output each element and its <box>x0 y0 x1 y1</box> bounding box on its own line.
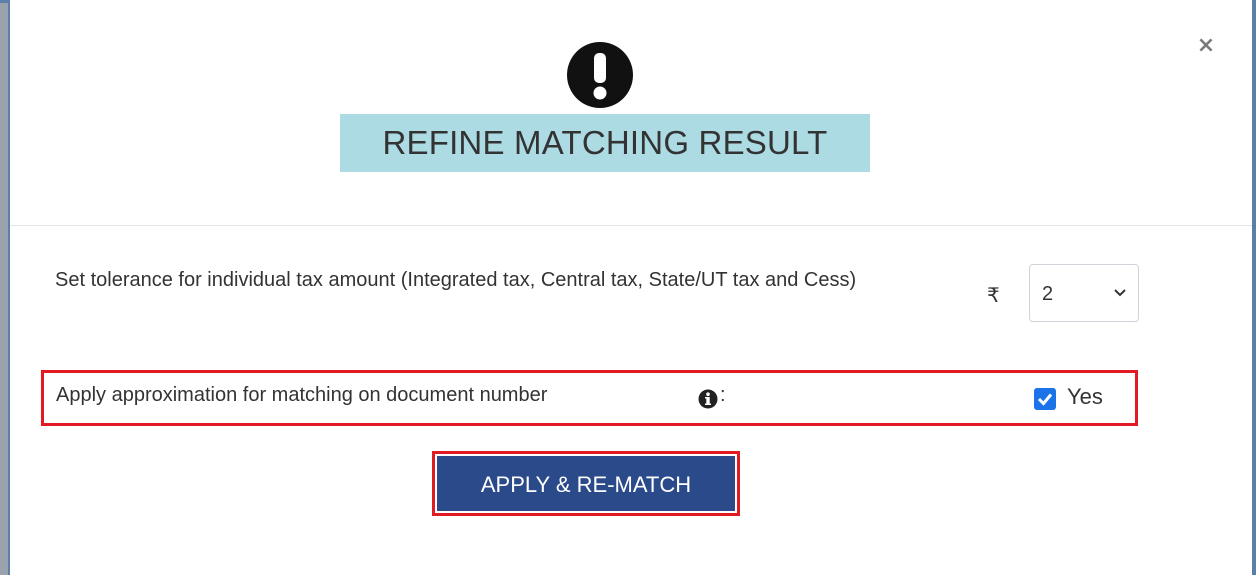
chevron-down-icon <box>1114 289 1126 297</box>
approximation-checkbox[interactable] <box>1034 388 1056 410</box>
approximation-checkbox-label[interactable]: Yes <box>1067 384 1103 410</box>
dialog-title: REFINE MATCHING RESULT <box>340 114 870 172</box>
tolerance-label: Set tolerance for individual tax amount … <box>55 269 857 291</box>
approximation-label: Apply approximation for matching on docu… <box>56 384 548 406</box>
close-button[interactable]: × <box>1194 32 1218 60</box>
approximation-colon: : <box>720 384 726 406</box>
rupee-symbol: ₹ <box>987 283 1000 307</box>
info-circle-icon[interactable] <box>698 389 718 409</box>
approximation-row-highlight: Apply approximation for matching on docu… <box>41 370 1138 426</box>
background-window-edge-right <box>1252 0 1256 575</box>
tolerance-select[interactable]: 2 <box>1029 264 1139 322</box>
checkmark-icon <box>1037 393 1053 406</box>
tolerance-select-value: 2 <box>1042 283 1054 305</box>
exclamation-circle-icon <box>567 42 633 108</box>
header-divider <box>10 225 1252 226</box>
apply-rematch-button[interactable]: APPLY & RE-MATCH <box>437 456 735 511</box>
